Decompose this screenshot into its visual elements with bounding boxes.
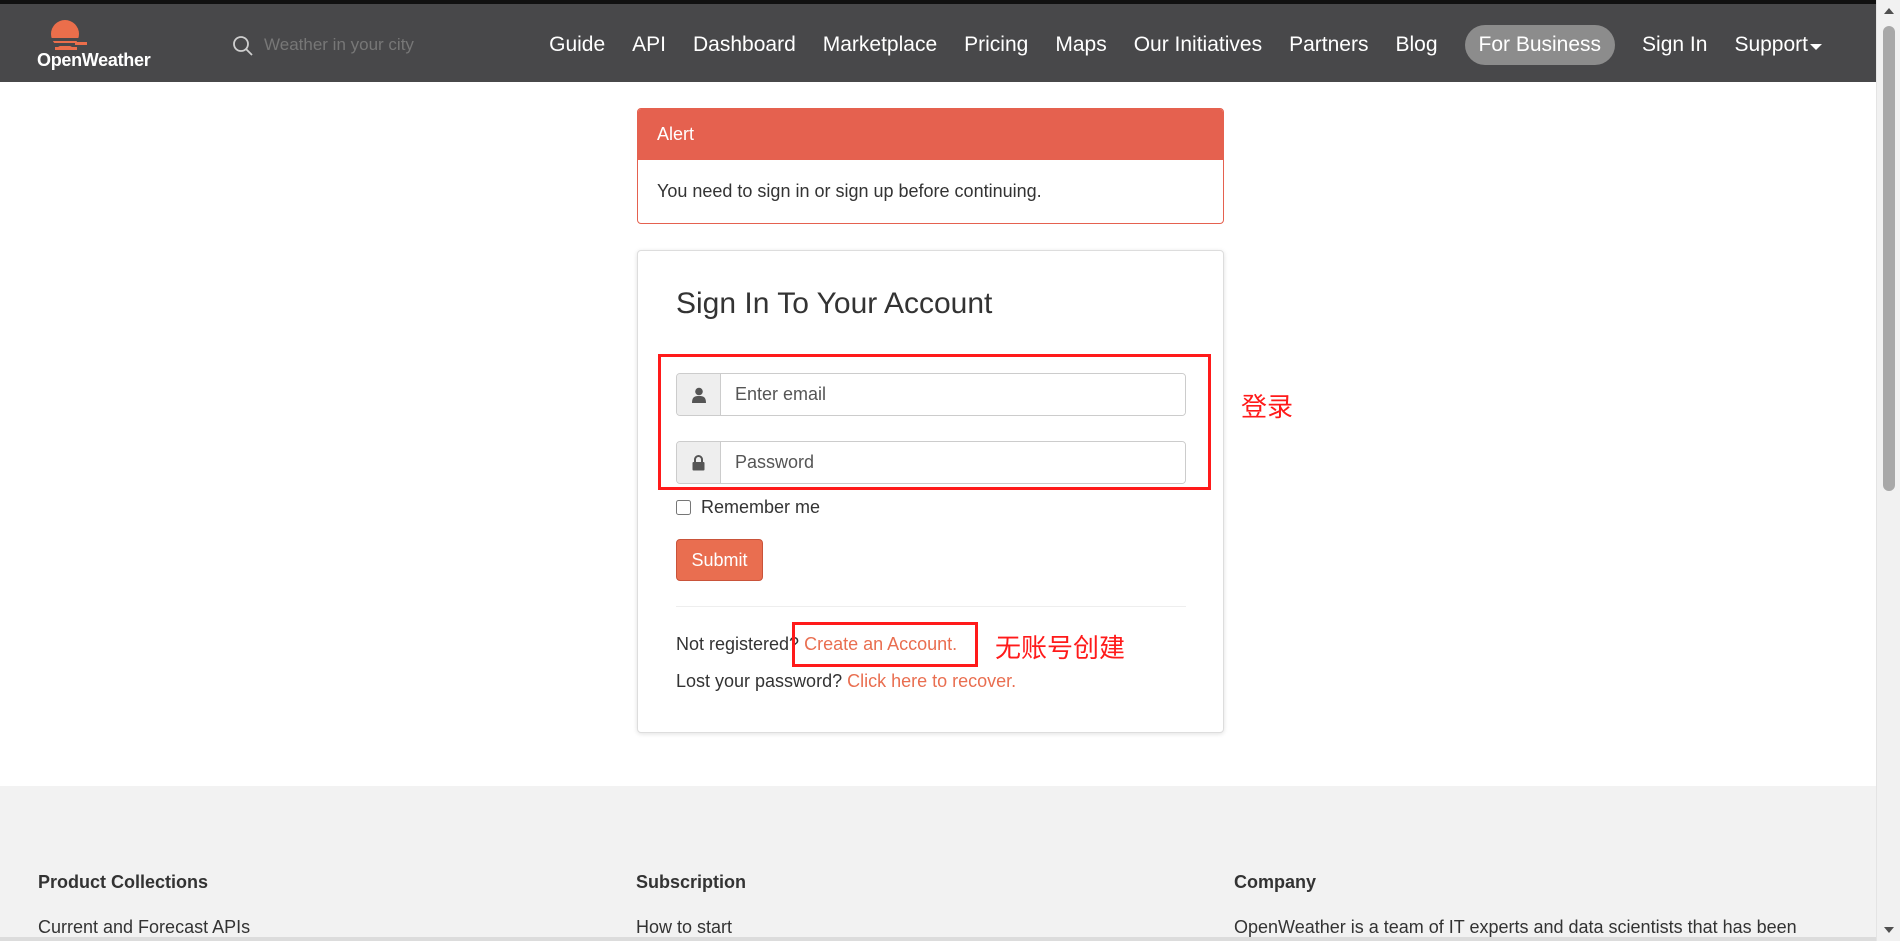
nav-partners[interactable]: Partners — [1289, 33, 1368, 57]
create-account-annotation-label: 无账号创建 — [995, 634, 1126, 664]
sign-in-heading: Sign In To Your Account — [676, 287, 993, 320]
login-annotation-label: 登录 — [1241, 393, 1294, 423]
caret-down-icon — [1810, 43, 1822, 50]
footer-col3-title: Company — [1234, 872, 1317, 892]
scroll-down-arrow-icon[interactable] — [1884, 927, 1894, 933]
footer-product-collections: Product Collections Current and Forecast… — [38, 872, 250, 938]
openweather-logo[interactable]: OpenWeather — [37, 18, 162, 74]
logo-text: OpenWeather — [37, 50, 151, 70]
footer-col2-title: Subscription — [636, 872, 747, 892]
nav-pricing[interactable]: Pricing — [964, 33, 1028, 57]
remember-me-label: Remember me — [701, 497, 821, 517]
vertical-scrollbar[interactable] — [1876, 0, 1900, 941]
nav-support-dropdown[interactable]: Support — [1734, 33, 1822, 57]
nav-blog[interactable]: Blog — [1395, 33, 1437, 57]
nav-marketplace[interactable]: Marketplace — [823, 33, 937, 57]
footer-link-current-forecast[interactable]: Current and Forecast APIs — [38, 917, 250, 938]
nav-api[interactable]: API — [632, 33, 666, 57]
nav-support-label: Support — [1734, 33, 1808, 56]
nav-guide[interactable]: Guide — [549, 33, 605, 57]
remember-me-checkbox[interactable] — [676, 500, 691, 515]
search-icon — [233, 36, 253, 56]
alert-panel: Alert You need to sign in or sign up bef… — [637, 108, 1224, 224]
create-account-annotation-box — [792, 622, 978, 667]
scroll-up-arrow-icon[interactable] — [1884, 8, 1894, 14]
nav-our-initiatives[interactable]: Our Initiatives — [1134, 33, 1262, 57]
divider — [676, 606, 1186, 607]
remember-me[interactable]: Remember me — [676, 497, 820, 518]
footer-col1-title: Product Collections — [38, 872, 209, 892]
nav-sign-in[interactable]: Sign In — [1642, 33, 1707, 57]
city-search-input[interactable] — [264, 30, 464, 60]
not-registered-text: Not registered? — [676, 634, 800, 654]
footer: Product Collections Current and Forecast… — [0, 786, 1876, 941]
scroll-thumb[interactable] — [1883, 26, 1895, 491]
alert-message: You need to sign in or sign up before co… — [657, 181, 1042, 201]
top-navbar: OpenWeather Guide API Dashboard Marketpl… — [0, 0, 1876, 82]
login-annotation-box — [658, 354, 1211, 490]
footer-subscription: Subscription How to start — [636, 872, 746, 938]
city-search — [232, 30, 464, 60]
footer-company-description: OpenWeather is a team of IT experts and … — [1234, 917, 1797, 937]
lost-password-text: Lost your password? — [676, 671, 843, 691]
alert-title: Alert — [638, 109, 1223, 160]
recover-line: Lost your password? Click here to recover… — [676, 671, 1016, 692]
submit-button[interactable]: Submit — [676, 539, 763, 581]
nav-links: Guide API Dashboard Marketplace Pricing … — [522, 24, 1822, 66]
horizontal-scrollbar[interactable] — [0, 937, 1876, 941]
recover-password-link[interactable]: Click here to recover. — [847, 671, 1016, 691]
footer-company: Company OpenWeather is a team of IT expe… — [1234, 872, 1797, 938]
nav-dashboard[interactable]: Dashboard — [693, 33, 796, 57]
nav-maps[interactable]: Maps — [1055, 33, 1106, 57]
sun-logo-icon — [45, 20, 89, 50]
footer-link-how-to-start[interactable]: How to start — [636, 917, 746, 938]
for-business-button[interactable]: For Business — [1464, 25, 1616, 65]
